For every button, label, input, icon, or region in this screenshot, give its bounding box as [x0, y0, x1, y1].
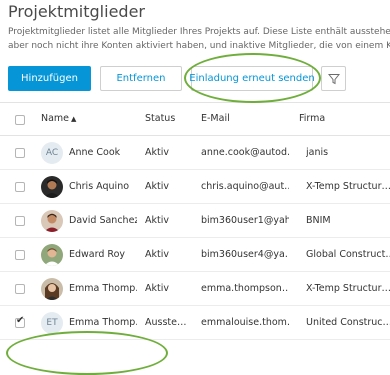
avatar	[41, 176, 63, 198]
member-name: Chris Aquino	[69, 181, 130, 192]
member-name: Anne Cook	[69, 147, 121, 158]
row-checkbox[interactable]	[15, 250, 25, 260]
avatar	[41, 278, 63, 300]
table-row[interactable]: ✔ ET Emma Thomp… Ausste… emmalouise.thom…	[0, 306, 390, 340]
table-row[interactable]: AC Anne Cook Aktiv anne.cook@autod… jani…	[0, 136, 390, 170]
member-email: bim360user1@yah…	[201, 215, 289, 226]
table-row[interactable]: Chris Aquino Aktiv chris.aquino@aut… X-T…	[0, 170, 390, 204]
table-header: Name ▲ Status E-Mail Firma	[0, 102, 390, 136]
member-name: Edward Roy	[69, 249, 126, 260]
remove-button[interactable]: Entfernen	[100, 66, 182, 91]
resend-invitation-button[interactable]: Einladung erneut senden	[189, 66, 315, 91]
member-status: Ausste…	[145, 317, 187, 328]
table-row[interactable]: Edward Roy Aktiv bim360user4@ya… Global …	[0, 238, 390, 272]
page-description-continued: aber noch nicht ihre Konten aktiviert ha…	[8, 41, 390, 51]
member-email: anne.cook@autod…	[201, 147, 289, 158]
avatar: AC	[41, 142, 63, 164]
member-company: United Construc…	[306, 317, 390, 328]
member-status: Aktiv	[145, 215, 169, 226]
filter-icon	[327, 73, 340, 84]
member-status: Aktiv	[145, 181, 169, 192]
select-all-checkbox[interactable]	[15, 115, 25, 125]
column-header-name-label: Name	[41, 113, 70, 124]
table-row[interactable]: David Sanchez Aktiv bim360user1@yah… BNI…	[0, 204, 390, 238]
member-name: David Sanchez	[69, 215, 137, 226]
avatar: ET	[41, 312, 63, 334]
page-title: Projektmitglieder	[8, 2, 145, 21]
member-company: BNIM	[306, 215, 331, 226]
row-checkbox[interactable]: ✔	[15, 315, 25, 328]
member-status: Aktiv	[145, 283, 169, 294]
column-header-status[interactable]: Status	[145, 113, 175, 124]
sort-ascending-icon: ▲	[71, 115, 77, 123]
member-email: emmalouise.thom…	[201, 317, 289, 328]
row-checkbox[interactable]	[15, 284, 25, 294]
avatar	[41, 244, 63, 266]
column-header-name[interactable]: Name ▲	[41, 113, 76, 124]
checkmark-icon: ✔	[16, 315, 25, 326]
member-company: Global Construct…	[306, 249, 390, 260]
member-email: bim360user4@ya…	[201, 249, 289, 260]
member-company: janis	[306, 147, 329, 158]
member-email: emma.thompson…	[201, 283, 289, 294]
filter-button[interactable]	[321, 66, 346, 91]
column-header-email[interactable]: E-Mail	[201, 113, 230, 124]
row-checkbox[interactable]	[15, 182, 25, 192]
member-company: X-Temp Structur…	[306, 181, 390, 192]
avatar	[41, 210, 63, 232]
row-checkbox[interactable]	[15, 216, 25, 226]
column-header-company[interactable]: Firma	[299, 113, 325, 124]
add-button[interactable]: Hinzufügen	[8, 66, 91, 91]
member-status: Aktiv	[145, 249, 169, 260]
member-company: X-Temp Structur…	[306, 283, 390, 294]
member-name: Emma Thomp…	[69, 283, 137, 294]
member-name: Emma Thomp…	[69, 317, 137, 328]
member-email: chris.aquino@aut…	[201, 181, 289, 192]
table-row[interactable]: Emma Thomp… Aktiv emma.thompson… X-Temp …	[0, 272, 390, 306]
page-description: Projektmitglieder listet alle Mitglieder…	[8, 27, 390, 37]
row-checkbox[interactable]	[15, 148, 25, 158]
member-status: Aktiv	[145, 147, 169, 158]
